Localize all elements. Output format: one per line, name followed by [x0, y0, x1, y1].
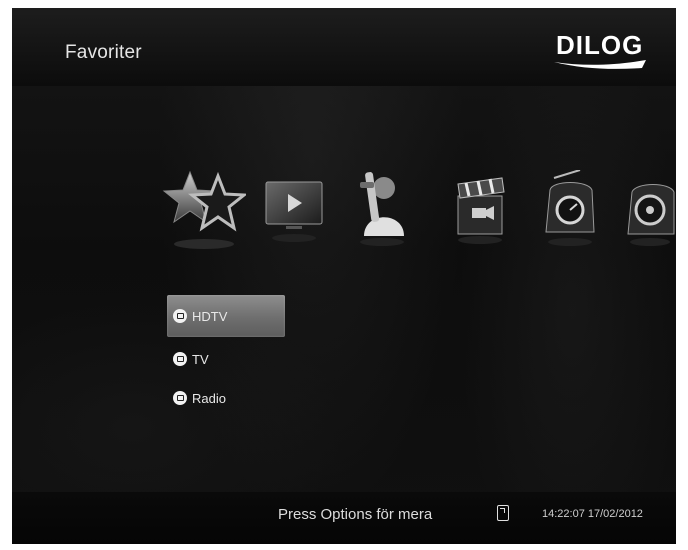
- carousel-item-media[interactable]: [624, 174, 676, 255]
- list-item-radio[interactable]: Radio: [167, 377, 226, 419]
- favorites-stars-icon: [162, 170, 249, 249]
- list-item-label: Radio: [192, 390, 226, 406]
- carousel-item-favorites[interactable]: [162, 158, 249, 263]
- options-icon[interactable]: [497, 505, 509, 521]
- logo-swoosh-icon: [554, 60, 646, 69]
- tv-screen: Favoriter DILOG HDTV TV Radio Press Opti…: [12, 8, 676, 544]
- carousel-item-settings[interactable]: [350, 166, 410, 253]
- page-title: Favoriter: [65, 42, 142, 63]
- list-item-tv[interactable]: TV: [167, 338, 209, 380]
- carousel-item-tv[interactable]: [264, 176, 324, 251]
- media-disc-icon: [627, 184, 675, 246]
- header-bar: Favoriter DILOG: [12, 8, 676, 86]
- radio-channel-icon: [173, 391, 187, 405]
- list-item-label: HDTV: [192, 308, 228, 324]
- user-settings-icon: [360, 172, 404, 246]
- list-item-label: TV: [192, 351, 209, 367]
- background: [12, 8, 676, 544]
- tv-play-icon: [265, 181, 323, 242]
- brand-logo: DILOG: [552, 30, 648, 74]
- clock: 14:22:07 17/02/2012: [542, 508, 643, 520]
- tv-channel-icon: [173, 309, 187, 323]
- movie-clapper-icon: [457, 177, 505, 244]
- list-item-hdtv[interactable]: HDTV: [167, 295, 285, 337]
- main-menu-carousel: [162, 158, 676, 268]
- tv-channel-icon: [173, 352, 187, 366]
- brand-name: DILOG: [556, 30, 644, 60]
- radio-icon: [545, 169, 595, 246]
- carousel-item-movies[interactable]: [452, 172, 508, 251]
- carousel-item-radio[interactable]: [540, 169, 598, 255]
- options-hint: Press Options för mera: [278, 506, 433, 523]
